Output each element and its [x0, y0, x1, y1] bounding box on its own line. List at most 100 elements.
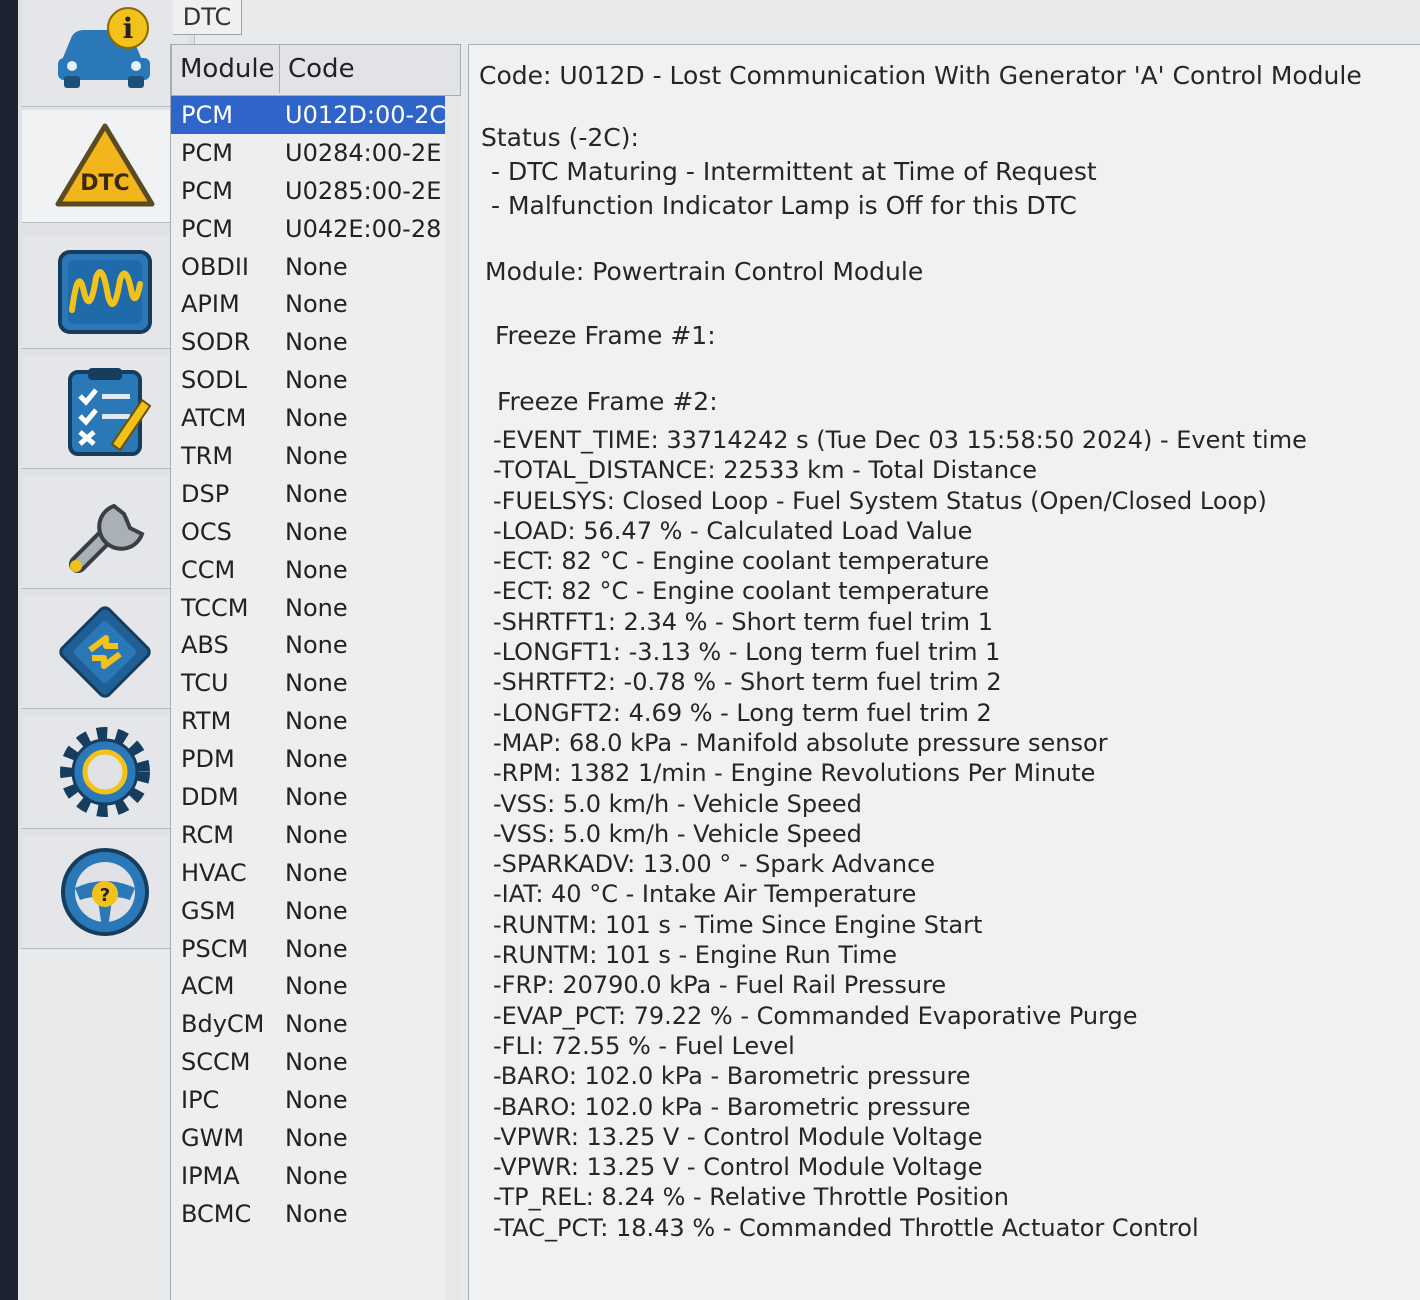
- dtc-row-module: PCM: [181, 138, 233, 167]
- car-info-icon: i: [58, 7, 150, 88]
- dtc-warning-icon: DTC: [55, 123, 155, 207]
- dtc-row[interactable]: SODL None: [171, 361, 461, 399]
- dtc-row-code: None: [285, 745, 348, 774]
- freeze-frame-item: -VPWR: 13.25 V - Control Module Voltage: [493, 1153, 983, 1182]
- dtc-row[interactable]: DDM None: [171, 778, 461, 816]
- dtc-row-module: HVAC: [181, 858, 247, 887]
- dtc-row-code: U042E:00-28: [285, 214, 442, 243]
- dtc-row[interactable]: RTM None: [171, 702, 461, 740]
- freeze-frame-item: -IAT: 40 °C - Intake Air Temperature: [493, 880, 917, 909]
- dtc-row[interactable]: GSM None: [171, 892, 461, 930]
- dtc-row-code: None: [285, 252, 348, 281]
- dtc-row-code: None: [285, 631, 348, 660]
- dtc-row[interactable]: TRM None: [171, 437, 461, 475]
- tab-dtc[interactable]: DTC: [173, 0, 242, 35]
- dtc-row[interactable]: PDM None: [171, 740, 461, 778]
- sidebar-item-live-data[interactable]: [22, 236, 188, 349]
- dtc-row[interactable]: IPC None: [171, 1081, 461, 1119]
- freeze-frame-item: -TP_REL: 8.24 % - Relative Throttle Posi…: [493, 1183, 1009, 1212]
- dtc-row[interactable]: DSP None: [171, 475, 461, 513]
- dtc-row[interactable]: ABS None: [171, 626, 461, 664]
- dtc-row[interactable]: GWM None: [171, 1119, 461, 1157]
- freeze-frame-item: -LONGFT1: -3.13 % - Long term fuel trim …: [493, 638, 1001, 667]
- dtc-row[interactable]: ATCM None: [171, 399, 461, 437]
- freeze-frame-item: -SHRTFT1: 2.34 % - Short term fuel trim …: [493, 607, 993, 636]
- dtc-row-code: None: [285, 366, 348, 395]
- dtc-row-module: BdyCM: [181, 1010, 265, 1039]
- dtc-row-code: U0284:00-2E: [285, 138, 442, 167]
- dtc-row-code: None: [285, 517, 348, 546]
- list-scrollbar[interactable]: [445, 96, 461, 1300]
- dtc-row-module: DDM: [181, 782, 239, 811]
- dtc-row[interactable]: BdyCM None: [171, 1005, 461, 1043]
- dtc-details-panel: Code: U012D - Lost Communication With Ge…: [468, 44, 1420, 1300]
- dtc-row-module: SODR: [181, 328, 251, 357]
- dtc-code-title: Code: U012D - Lost Communication With Ge…: [479, 61, 1362, 90]
- dtc-row-module: ACM: [181, 972, 235, 1001]
- freeze-frame-item: -VSS: 5.0 km/h - Vehicle Speed: [493, 789, 862, 818]
- freeze-frame-item: -VPWR: 13.25 V - Control Module Voltage: [493, 1122, 983, 1151]
- dtc-row[interactable]: SCCM None: [171, 1043, 461, 1081]
- dtc-row-module: DSP: [181, 479, 230, 508]
- dtc-row-module: TCCM: [181, 593, 249, 622]
- dtc-row[interactable]: APIM None: [171, 285, 461, 323]
- dtc-row[interactable]: PCM U0284:00-2E: [171, 134, 461, 172]
- freeze-frame-item: -RPM: 1382 1/min - Engine Revolutions Pe…: [493, 759, 1096, 788]
- sidebar-item-help[interactable]: ?: [22, 836, 188, 949]
- dtc-row-module: IPC: [181, 1086, 220, 1115]
- status-line: - Malfunction Indicator Lamp is Off for …: [491, 191, 1077, 220]
- dtc-row[interactable]: ACM None: [171, 967, 461, 1005]
- dtc-row[interactable]: RCM None: [171, 816, 461, 854]
- dtc-row-module: GSM: [181, 896, 236, 925]
- column-header-code[interactable]: Code: [280, 45, 460, 93]
- dtc-row-code: None: [285, 669, 348, 698]
- freeze-frame-2-list: -EVENT_TIME: 33714242 s (Tue Dec 03 15:5…: [493, 425, 1393, 1243]
- dtc-row[interactable]: PCM U0285:00-2E: [171, 172, 461, 210]
- freeze-frame-item: -SHRTFT2: -0.78 % - Short term fuel trim…: [493, 668, 1002, 697]
- freeze-frame-item: -FLI: 72.55 % - Fuel Level: [493, 1031, 795, 1060]
- svg-text:DTC: DTC: [80, 171, 129, 196]
- dtc-row-code: None: [285, 707, 348, 736]
- dtc-row[interactable]: IPMA None: [171, 1157, 461, 1195]
- dtc-row-code: None: [285, 896, 348, 925]
- waveform-icon: [58, 250, 152, 334]
- dtc-row-code: None: [285, 1123, 348, 1152]
- freeze-frame-item: -ECT: 82 °C - Engine coolant temperature: [493, 547, 990, 576]
- dtc-list: Module Code PCM U012D:00-2C PCM U0284:00-2E…: [170, 44, 461, 1300]
- dtc-row-module: PSCM: [181, 934, 249, 963]
- dtc-row[interactable]: OCS None: [171, 513, 461, 551]
- sidebar-item-service[interactable]: [22, 476, 188, 589]
- dtc-row-code: None: [285, 555, 348, 584]
- dtc-row-code: None: [285, 441, 348, 470]
- dtc-row-module: RCM: [181, 820, 234, 849]
- dtc-row[interactable]: SODR None: [171, 323, 461, 361]
- freeze-frame-item: -LONGFT2: 4.69 % - Long term fuel trim 2: [493, 698, 992, 727]
- dtc-row[interactable]: HVAC None: [171, 854, 461, 892]
- dtc-row[interactable]: PCM U012D:00-2C: [171, 96, 461, 134]
- dtc-row[interactable]: TCU None: [171, 664, 461, 702]
- wrench-icon: [69, 503, 145, 573]
- module-line: Module: Powertrain Control Module: [485, 257, 924, 286]
- dtc-row-module: ABS: [181, 631, 229, 660]
- dtc-row[interactable]: BCMC None: [171, 1195, 461, 1233]
- freeze-frame-item: -RUNTM: 101 s - Engine Run Time: [493, 941, 898, 970]
- sidebar-item-settings[interactable]: [22, 716, 188, 829]
- dtc-row[interactable]: PCM U042E:00-28: [171, 210, 461, 248]
- dtc-row-code: None: [285, 328, 348, 357]
- dtc-row[interactable]: CCM None: [171, 551, 461, 589]
- dtc-row[interactable]: OBDII None: [171, 248, 461, 286]
- dtc-row-code: None: [285, 404, 348, 433]
- sidebar-item-modules[interactable]: [22, 596, 188, 709]
- dtc-row[interactable]: TCCM None: [171, 589, 461, 627]
- dtc-row-code: None: [285, 782, 348, 811]
- dtc-row-module: SODL: [181, 366, 247, 395]
- dtc-row[interactable]: PSCM None: [171, 930, 461, 968]
- sidebar: i DTC ?: [18, 0, 195, 950]
- column-header-module[interactable]: Module: [172, 45, 280, 93]
- sidebar-item-vehicle-info[interactable]: i: [22, 0, 188, 107]
- dtc-row-module: RTM: [181, 707, 232, 736]
- app-screen: i DTC ? DTC Module Code PCM U012D:00-2C …: [18, 0, 1420, 1300]
- sidebar-item-dtc[interactable]: DTC: [22, 110, 188, 223]
- sidebar-item-checklist[interactable]: [22, 356, 188, 469]
- freeze-frame-item: -SPARKADV: 13.00 ° - Spark Advance: [493, 850, 936, 879]
